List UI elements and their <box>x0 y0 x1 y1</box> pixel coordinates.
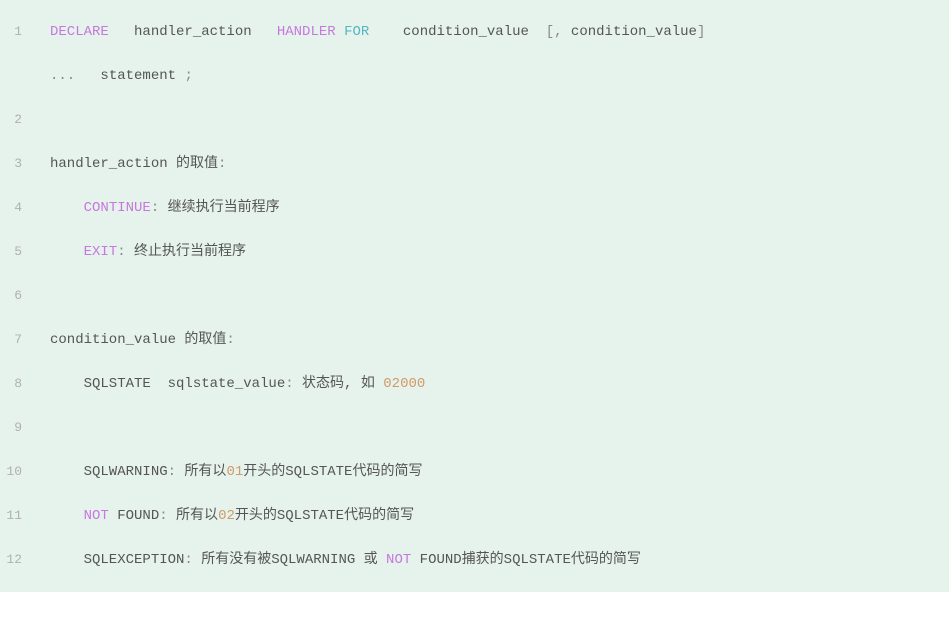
code-line: 2 <box>0 98 949 142</box>
line-content: DECLARE handler_action HANDLER FOR condi… <box>50 10 949 54</box>
line-number: 8 <box>0 362 50 406</box>
line-number: 12 <box>0 538 50 582</box>
line-number: 1 <box>0 10 50 54</box>
code-line: 1DECLARE handler_action HANDLER FOR cond… <box>0 10 949 54</box>
line-number: 6 <box>0 274 50 318</box>
line-number: 3 <box>0 142 50 186</box>
line-content: handler_action 的取值: <box>50 142 949 186</box>
code-line-wrapped: ... statement ; <box>0 54 949 98</box>
code-line: 10 SQLWARNING: 所有以01开头的SQLSTATE代码的简写 <box>0 450 949 494</box>
code-line: 6 <box>0 274 949 318</box>
line-content: SQLEXCEPTION: 所有没有被SQLWARNING 或 NOT FOUN… <box>50 538 949 582</box>
code-line: 3handler_action 的取值: <box>0 142 949 186</box>
line-content: EXIT: 终止执行当前程序 <box>50 230 949 274</box>
line-content: ... statement ; <box>50 54 949 98</box>
code-line: 7condition_value 的取值: <box>0 318 949 362</box>
code-block: 1DECLARE handler_action HANDLER FOR cond… <box>0 0 949 592</box>
code-line: 4 CONTINUE: 继续执行当前程序 <box>0 186 949 230</box>
line-content: CONTINUE: 继续执行当前程序 <box>50 186 949 230</box>
code-line: 9 <box>0 406 949 450</box>
line-number: 4 <box>0 186 50 230</box>
line-content: NOT FOUND: 所有以02开头的SQLSTATE代码的简写 <box>50 494 949 538</box>
line-content: SQLSTATE sqlstate_value: 状态码, 如 02000 <box>50 362 949 406</box>
line-number: 10 <box>0 450 50 494</box>
line-number: 5 <box>0 230 50 274</box>
line-content: SQLWARNING: 所有以01开头的SQLSTATE代码的简写 <box>50 450 949 494</box>
code-line: 5 EXIT: 终止执行当前程序 <box>0 230 949 274</box>
line-number: 7 <box>0 318 50 362</box>
line-number: 11 <box>0 494 50 538</box>
code-line: 12 SQLEXCEPTION: 所有没有被SQLWARNING 或 NOT F… <box>0 538 949 582</box>
line-number: 9 <box>0 406 50 450</box>
line-content: condition_value 的取值: <box>50 318 949 362</box>
code-line: 8 SQLSTATE sqlstate_value: 状态码, 如 02000 <box>0 362 949 406</box>
line-number: 2 <box>0 98 50 142</box>
code-line: 11 NOT FOUND: 所有以02开头的SQLSTATE代码的简写 <box>0 494 949 538</box>
